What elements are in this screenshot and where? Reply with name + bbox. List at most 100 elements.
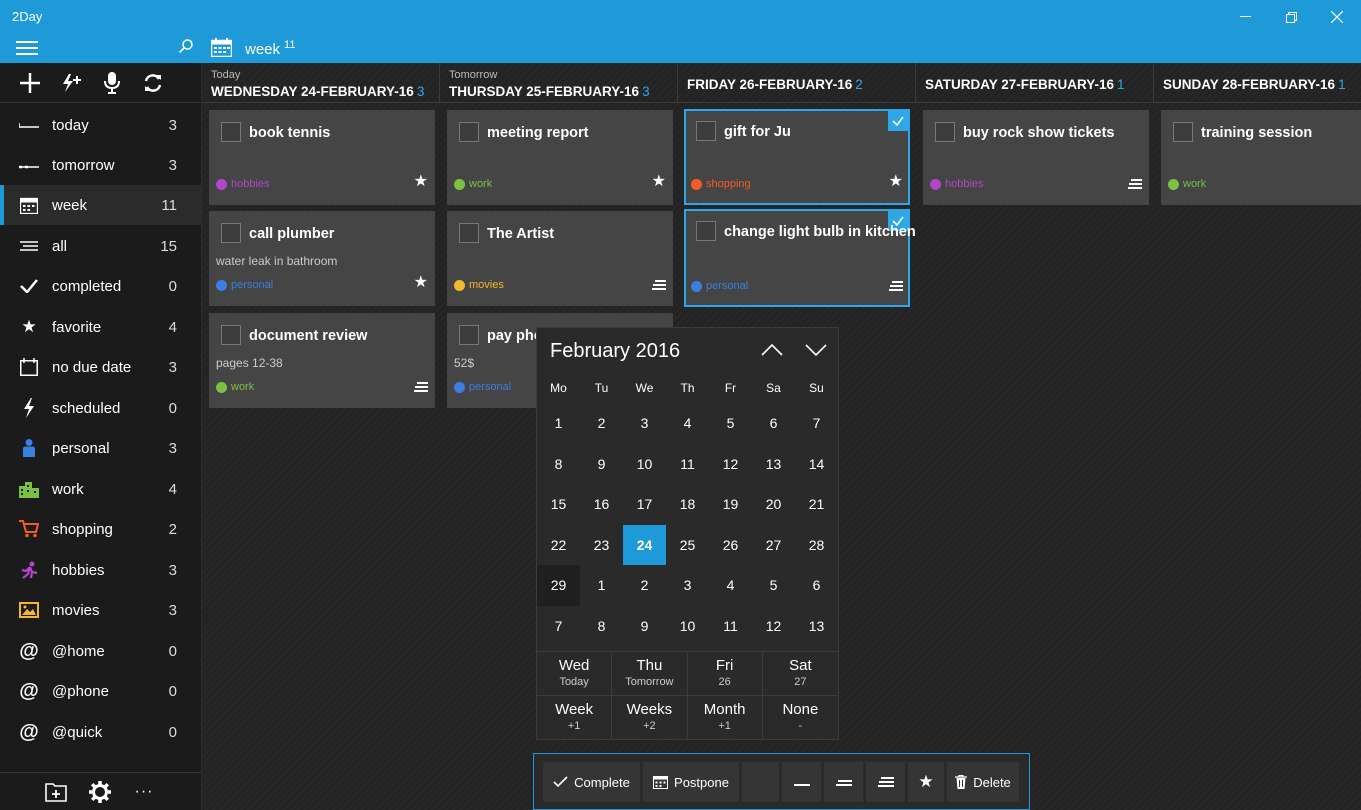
sidebar-item-quick[interactable]: @ @quick 0: [0, 712, 201, 752]
calendar-day[interactable]: 14: [795, 444, 838, 485]
sidebar-item-shopping[interactable]: shopping 2: [0, 509, 201, 549]
search-button[interactable]: [178, 38, 196, 56]
calendar-day[interactable]: 3: [666, 565, 709, 606]
calendar-day[interactable]: 15: [537, 484, 580, 525]
calendar-day[interactable]: 6: [752, 403, 795, 444]
star-icon[interactable]: ★: [414, 272, 428, 292]
calendar-day[interactable]: 1: [580, 565, 623, 606]
sidebar-item-favorite[interactable]: ★ favorite 4: [0, 307, 201, 347]
calendar-day[interactable]: 22: [537, 525, 580, 566]
calendar-day[interactable]: 12: [752, 606, 795, 647]
calendar-day[interactable]: 20: [752, 484, 795, 525]
previous-month-button[interactable]: [760, 338, 786, 364]
task-checkbox[interactable]: [221, 122, 241, 142]
calendar-day[interactable]: 19: [709, 484, 752, 525]
calendar-day[interactable]: 10: [666, 606, 709, 647]
quick-date-sat-button[interactable]: Sat 27: [763, 652, 838, 695]
calendar-day[interactable]: 13: [795, 606, 838, 647]
minimize-button[interactable]: [1222, 4, 1268, 30]
add-task-button[interactable]: [18, 71, 42, 95]
sync-button[interactable]: [141, 71, 165, 95]
calendar-day[interactable]: 29: [537, 565, 580, 606]
calendar-day[interactable]: 18: [666, 484, 709, 525]
calendar-day[interactable]: 17: [623, 484, 666, 525]
sidebar-item-today[interactable]: today 3: [0, 105, 201, 145]
quick-span-weeks-button[interactable]: Weeks +2: [612, 696, 688, 739]
sidebar-item-tomorrow[interactable]: tomorrow 3: [0, 145, 201, 185]
calendar-day[interactable]: 10: [623, 444, 666, 485]
calendar-day[interactable]: 8: [580, 606, 623, 647]
star-icon[interactable]: ★: [889, 171, 903, 191]
settings-button[interactable]: [88, 780, 112, 804]
calendar-day[interactable]: 21: [795, 484, 838, 525]
task-card[interactable]: meeting report work ★: [447, 110, 673, 205]
sidebar-item-week[interactable]: week 11: [0, 185, 201, 225]
quick-span-week-button[interactable]: Week +1: [537, 696, 613, 739]
calendar-day[interactable]: 7: [537, 606, 580, 647]
priority-medium-button[interactable]: [824, 762, 863, 802]
task-checkbox[interactable]: [935, 122, 955, 142]
sidebar-item-no-due-date[interactable]: no due date 3: [0, 347, 201, 387]
task-checkbox[interactable]: [459, 223, 479, 243]
calendar-day[interactable]: 16: [580, 484, 623, 525]
star-icon[interactable]: ★: [652, 171, 666, 191]
task-card[interactable]: buy rock show tickets hobbies: [923, 110, 1149, 205]
task-checkbox[interactable]: [221, 325, 241, 345]
quick-date-fri-button[interactable]: Fri 26: [688, 652, 763, 695]
sidebar-item-all[interactable]: all 15: [0, 226, 201, 266]
hamburger-menu-button[interactable]: [16, 41, 38, 55]
complete-button[interactable]: Complete: [543, 762, 640, 802]
calendar-day[interactable]: 5: [752, 565, 795, 606]
postpone-button[interactable]: Postpone: [643, 762, 739, 802]
task-card[interactable]: document review pages 12-38 work: [209, 313, 435, 408]
calendar-day[interactable]: 13: [752, 444, 795, 485]
task-card[interactable]: The Artist movies: [447, 211, 673, 306]
calendar-day[interactable]: 7: [795, 403, 838, 444]
calendar-day-selected[interactable]: 24: [623, 524, 666, 565]
calendar-day[interactable]: 3: [623, 403, 666, 444]
calendar-day[interactable]: 4: [666, 403, 709, 444]
sidebar-item-home[interactable]: @ @home 0: [0, 631, 201, 671]
calendar-day[interactable]: 23: [580, 525, 623, 566]
calendar-day[interactable]: 11: [709, 606, 752, 647]
calendar-day[interactable]: 9: [623, 606, 666, 647]
calendar-day[interactable]: 28: [795, 525, 838, 566]
sidebar-item-scheduled[interactable]: scheduled 0: [0, 388, 201, 428]
quick-span-none-button[interactable]: None -: [763, 696, 838, 739]
calendar-day[interactable]: 11: [666, 444, 709, 485]
quick-date-wed-button[interactable]: Wed Today: [537, 652, 613, 695]
calendar-day[interactable]: 6: [795, 565, 838, 606]
task-checkbox[interactable]: [696, 121, 716, 141]
task-checkbox[interactable]: [1173, 122, 1193, 142]
add-folder-button[interactable]: [44, 780, 68, 804]
task-checkbox[interactable]: [221, 223, 241, 243]
task-checkbox[interactable]: [459, 325, 479, 345]
next-month-button[interactable]: [804, 338, 830, 364]
sidebar-item-phone[interactable]: @ @phone 0: [0, 671, 201, 711]
sidebar-item-personal[interactable]: personal 3: [0, 428, 201, 468]
calendar-day[interactable]: 8: [537, 444, 580, 485]
more-button[interactable]: ···: [132, 780, 156, 804]
task-card[interactable]: gift for Ju shopping ★: [684, 109, 910, 205]
priority-high-button[interactable]: [866, 762, 905, 802]
calendar-day[interactable]: 2: [580, 403, 623, 444]
quick-add-button[interactable]: [59, 71, 83, 95]
task-card[interactable]: change light bulb in kitchen personal: [684, 209, 916, 307]
task-card[interactable]: training session work: [1161, 110, 1361, 205]
calendar-day[interactable]: 2: [623, 565, 666, 606]
calendar-day[interactable]: 5: [709, 403, 752, 444]
favorite-button[interactable]: ★: [908, 762, 944, 802]
close-button[interactable]: [1314, 4, 1360, 30]
voice-input-button[interactable]: [100, 71, 124, 95]
calendar-day[interactable]: 12: [709, 444, 752, 485]
sidebar-item-completed[interactable]: completed 0: [0, 266, 201, 306]
task-checkbox[interactable]: [696, 221, 716, 241]
calendar-day[interactable]: 25: [666, 525, 709, 566]
calendar-day[interactable]: 9: [580, 444, 623, 485]
task-card[interactable]: book tennis hobbies ★: [209, 110, 435, 205]
delete-button[interactable]: Delete: [947, 762, 1019, 802]
task-card[interactable]: call plumber water leak in bathroom pers…: [209, 211, 435, 306]
quick-span-month-button[interactable]: Month +1: [688, 696, 763, 739]
sidebar-item-movies[interactable]: movies 3: [0, 590, 201, 630]
sidebar-item-hobbies[interactable]: hobbies 3: [0, 550, 201, 590]
